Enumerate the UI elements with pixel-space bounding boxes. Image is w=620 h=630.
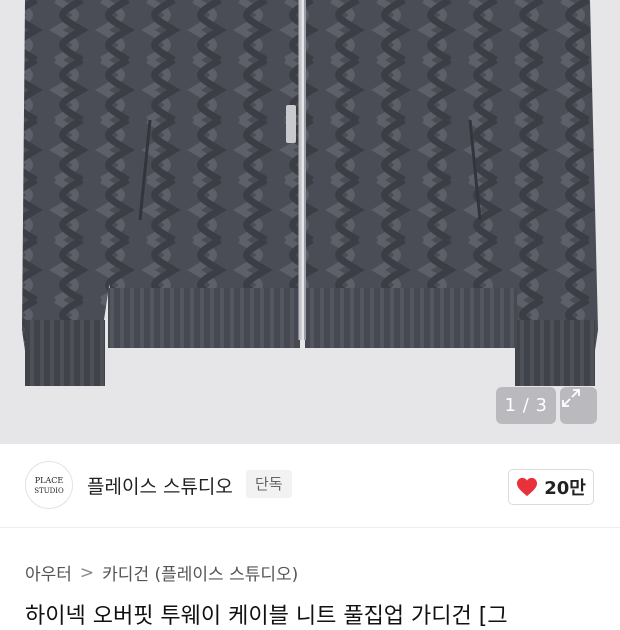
expand-button[interactable] xyxy=(560,387,597,424)
svg-text:PLACE: PLACE xyxy=(35,476,64,485)
brand-name[interactable]: 플레이스 스튜디오 xyxy=(87,472,233,499)
product-image-gallery[interactable]: 1 / 3 xyxy=(0,0,620,444)
expand-icon xyxy=(562,389,580,407)
breadcrumb-item-outer[interactable]: 아우터 xyxy=(25,560,72,585)
exclusive-badge: 단독 xyxy=(246,470,292,498)
breadcrumb-separator: > xyxy=(79,562,95,583)
section-divider xyxy=(0,527,620,528)
brand-logo-mark: PLACE STUDIO xyxy=(34,476,64,495)
heart-icon xyxy=(517,477,538,497)
image-counter: 1 / 3 xyxy=(496,387,556,424)
brand-logo[interactable]: PLACE STUDIO xyxy=(25,461,73,509)
breadcrumb: 아우터 > 카디건 (플레이스 스튜디오) xyxy=(25,560,298,586)
product-title: 하이넥 오버핏 투웨이 케이블 니트 풀집업 가디건 [그 xyxy=(25,604,508,629)
like-count: 20만 xyxy=(544,478,586,499)
like-button[interactable]: 20만 xyxy=(508,469,594,505)
breadcrumb-item-cardigan[interactable]: 카디건 (플레이스 스튜디오) xyxy=(102,560,298,585)
product-image xyxy=(22,0,598,386)
svg-text:STUDIO: STUDIO xyxy=(34,487,64,495)
